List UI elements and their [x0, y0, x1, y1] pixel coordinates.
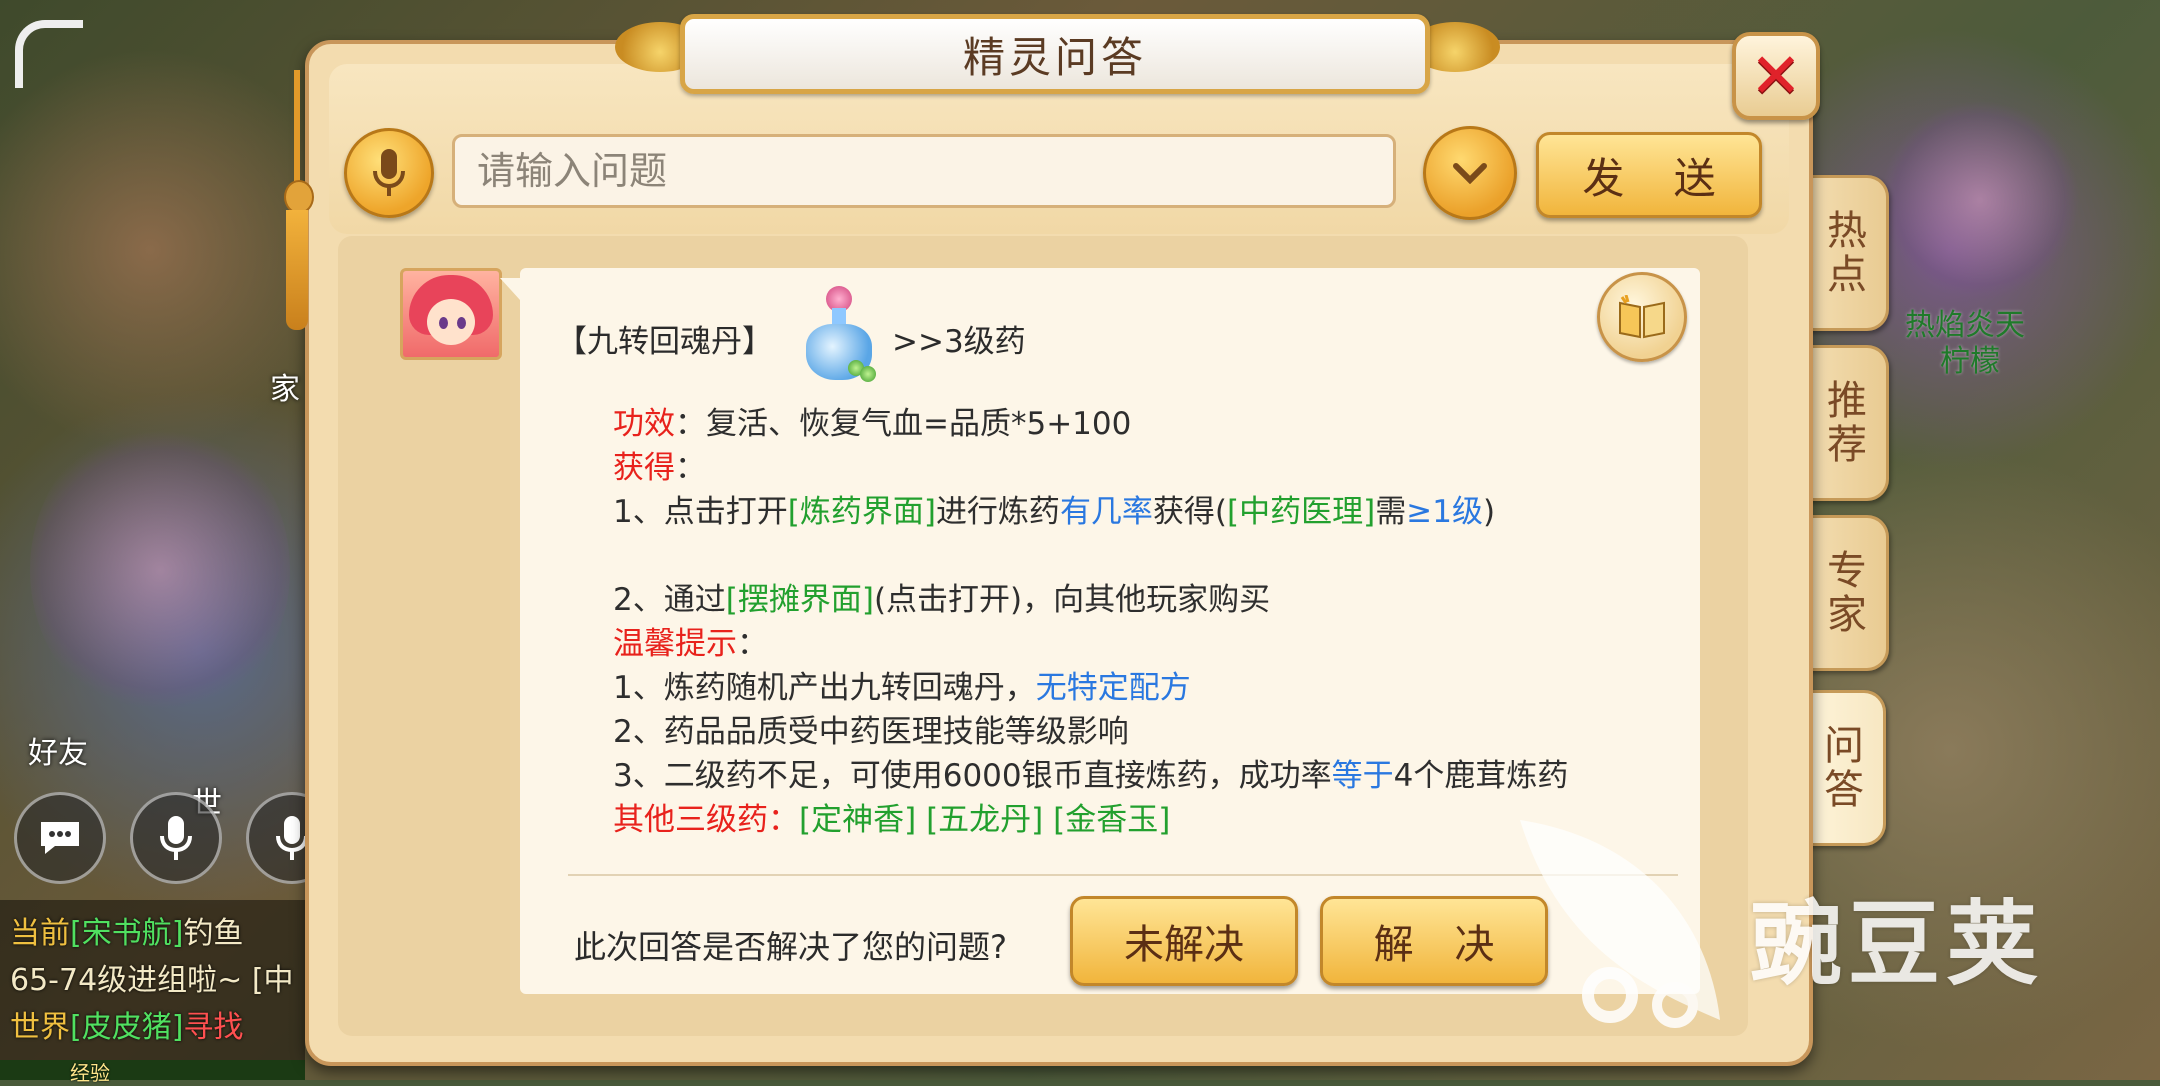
obtain-label: 获得	[613, 450, 675, 486]
dialog-title-plaque: 精灵问答	[680, 14, 1430, 94]
stall-link[interactable]: [摆摊界面]	[726, 582, 874, 618]
tip-line-1: 1、炼药随机产出九转回魂丹，无特定配方	[613, 670, 1191, 706]
family-label: 家	[270, 372, 300, 407]
close-icon: ✕	[1750, 39, 1802, 112]
feedback-question: 此次回答是否解决了您的问题?	[574, 928, 1007, 966]
background-character	[1880, 100, 2080, 300]
player-name: 柠檬	[1940, 344, 2000, 379]
send-button[interactable]: 发 送	[1536, 132, 1762, 218]
chat-bubble-icon	[41, 822, 79, 854]
tab-recommend[interactable]: 推荐	[1800, 345, 1889, 501]
voice-world-button[interactable]	[130, 792, 222, 884]
tab-hot[interactable]: 热点	[1800, 175, 1889, 331]
book-icon	[1619, 295, 1665, 339]
obtain-line-1: 1、点击打开[炼药界面]进行炼药有几率获得([中药医理]需≥1级)	[613, 494, 1496, 530]
medicine-skill-link[interactable]: [中药医理]	[1227, 494, 1375, 530]
exp-bar	[0, 1060, 305, 1080]
friends-label[interactable]: 好友	[28, 728, 88, 772]
history-dropdown-button[interactable]	[1423, 126, 1517, 220]
guide-book-button[interactable]	[1597, 272, 1687, 362]
tassel-ornament	[282, 70, 314, 330]
dialog-title: 精灵问答	[962, 32, 1147, 82]
question-input[interactable]	[452, 134, 1396, 208]
medicine-link[interactable]: [定神香]	[799, 802, 916, 838]
effect-text: ：复活、恢复气血=品质*5+100	[675, 406, 1132, 442]
chevron-down-icon	[1453, 163, 1487, 184]
obtain-heading: 获得：	[613, 450, 706, 486]
microphone-icon	[373, 149, 405, 196]
chat-line: 世界[皮皮猪]寻找	[10, 1010, 244, 1045]
tips-heading: 温馨提示：	[613, 626, 768, 662]
tab-expert[interactable]: 专家	[1800, 515, 1889, 671]
background-character	[30, 420, 290, 720]
leaf-logo-icon	[1520, 820, 1720, 1028]
obtain-line-2: 2、通过[摆摊界面](点击打开)，向其他玩家购买	[613, 582, 1271, 618]
exp-label: 经验	[70, 1061, 110, 1085]
watermark-text: 豌豆荚	[1750, 891, 2045, 998]
voice-input-button[interactable]	[344, 128, 434, 218]
loading-icon	[15, 20, 83, 88]
item-level: >>3级药	[892, 324, 1026, 360]
microphone-icon	[160, 816, 192, 860]
watermark-logo: 豌豆荚	[1500, 800, 2150, 1040]
potion-icon	[800, 286, 880, 386]
medicine-link[interactable]: [五龙丹]	[926, 802, 1043, 838]
chat-line: 当前[宋书航]钓鱼	[10, 916, 244, 951]
effect-label: 功效	[613, 406, 675, 442]
tips-label: 温馨提示	[613, 626, 737, 662]
tip-line-2: 2、药品品质受中药医理技能等级影响	[613, 714, 1129, 750]
chat-button[interactable]	[14, 792, 106, 884]
avatar	[400, 268, 502, 360]
unsolved-button[interactable]: 未解决	[1070, 896, 1298, 986]
close-button[interactable]: ✕	[1732, 32, 1820, 120]
chat-line: 65-74级进组啦~ [中	[10, 963, 294, 998]
medicine-link[interactable]: [金香玉]	[1053, 802, 1170, 838]
microphone-icon	[276, 816, 308, 860]
effect-line: 功效：复活、恢复气血=品质*5+100	[613, 398, 1131, 443]
chat-panel[interactable]: 当前[宋书航]钓鱼 65-74级进组啦~ [中 世界[皮皮猪]寻找	[0, 900, 305, 1060]
alchemy-link[interactable]: [炼药界面]	[788, 494, 936, 530]
other-medicines-line: 其他三级药：[定神香] [五龙丹] [金香玉]	[613, 802, 1171, 838]
item-name: 【九转回魂丹】	[556, 324, 773, 360]
tip-line-3: 3、二级药不足，可使用6000银币直接炼药，成功率等于4个鹿茸炼药	[613, 758, 1569, 794]
